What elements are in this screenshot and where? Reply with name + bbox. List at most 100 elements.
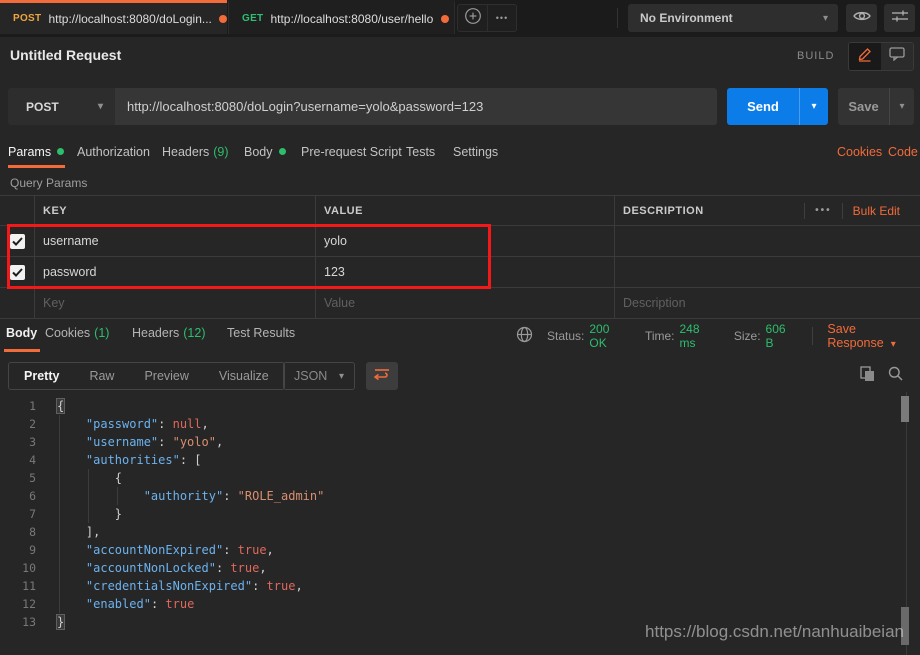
- tab-params[interactable]: Params: [8, 145, 64, 159]
- view-visualize[interactable]: Visualize: [204, 363, 284, 389]
- mode-toggle: [848, 42, 914, 71]
- search-button[interactable]: [888, 366, 903, 386]
- line-number: 6: [0, 487, 36, 505]
- line-number: 2: [0, 415, 36, 433]
- response-tab-test-results[interactable]: Test Results: [227, 326, 295, 340]
- page-title: Untitled Request: [10, 47, 121, 63]
- row-checkbox-cell: [0, 288, 35, 318]
- tab-pre-request-script[interactable]: Pre-request Script: [301, 145, 402, 159]
- tab-tests[interactable]: Tests: [406, 145, 435, 159]
- save-response-button[interactable]: Save Response▾: [827, 322, 920, 350]
- request-tab-dologin[interactable]: POST http://localhost:8080/doLogin...: [0, 0, 227, 34]
- code-line: 8 ],: [0, 523, 920, 541]
- param-description-placeholder[interactable]: Description: [615, 288, 920, 318]
- save-options-button[interactable]: ▾: [889, 88, 914, 125]
- chevron-down-icon: ▾: [98, 101, 103, 112]
- new-tab-button[interactable]: [458, 5, 487, 31]
- view-pretty[interactable]: Pretty: [9, 363, 74, 389]
- request-tab-hello[interactable]: GET http://localhost:8080/user/hello: [228, 0, 455, 34]
- chevron-down-icon: ▾: [811, 101, 816, 112]
- plus-icon: [464, 7, 482, 30]
- copy-button[interactable]: [860, 366, 875, 387]
- build-mode-label: BUILD: [797, 50, 834, 62]
- param-description-cell[interactable]: [615, 257, 920, 287]
- environment-quick-look-button[interactable]: [846, 4, 877, 32]
- code-line: 4 "authorities": [: [0, 451, 920, 469]
- view-preview[interactable]: Preview: [129, 363, 203, 389]
- chevron-down-icon: ▾: [891, 339, 896, 350]
- wrap-lines-button[interactable]: [366, 362, 398, 390]
- code-link[interactable]: Code: [888, 145, 918, 159]
- save-button[interactable]: Save: [838, 88, 889, 125]
- tab-label: Pre-request Script: [301, 145, 402, 159]
- view-raw[interactable]: Raw: [74, 363, 129, 389]
- word-wrap-icon: [374, 367, 390, 386]
- table-row: username yolo: [0, 226, 920, 257]
- cookies-link[interactable]: Cookies: [837, 145, 882, 159]
- param-key-placeholder[interactable]: Key: [35, 288, 316, 318]
- indent-guide: [59, 415, 60, 613]
- line-number: 8: [0, 523, 36, 541]
- format-label: JSON: [294, 369, 339, 383]
- bulk-edit-link[interactable]: Bulk Edit: [853, 204, 900, 218]
- chevron-down-icon: ▾: [823, 13, 828, 24]
- cookies-count-badge: (1): [94, 326, 109, 340]
- tab-method-label: GET: [242, 13, 263, 24]
- tab-label: Headers: [162, 145, 209, 159]
- more-options-icon[interactable]: •••: [815, 205, 832, 216]
- param-value-cell[interactable]: 123: [316, 257, 615, 287]
- header-checkbox-cell: [0, 196, 35, 225]
- environment-select[interactable]: No Environment ▾: [628, 4, 838, 32]
- url-value: http://localhost:8080/doLogin?username=y…: [127, 99, 483, 114]
- status-label: Status:: [547, 329, 584, 343]
- code-line: 12 "enabled": true: [0, 595, 920, 613]
- code-line: 6 "authority": "ROLE_admin": [0, 487, 920, 505]
- comments-button[interactable]: [881, 43, 913, 70]
- time-value: 248 ms: [680, 322, 716, 350]
- column-header-value: VALUE: [316, 196, 615, 225]
- send-options-button[interactable]: ▾: [799, 88, 828, 125]
- code-line: 10 "accountNonLocked": true,: [0, 559, 920, 577]
- environment-label: No Environment: [640, 11, 823, 25]
- row-checkbox[interactable]: [10, 234, 25, 249]
- tab-options-button[interactable]: •••: [487, 5, 516, 31]
- send-button[interactable]: Send: [727, 88, 799, 125]
- save-label: Save: [848, 99, 878, 114]
- row-checkbox-cell: [0, 226, 35, 256]
- param-description-cell[interactable]: [615, 226, 920, 256]
- method-select[interactable]: POST ▾: [8, 88, 115, 125]
- tab-headers[interactable]: Headers(9): [162, 145, 229, 159]
- param-key-cell[interactable]: username: [35, 226, 316, 256]
- column-header-key: KEY: [35, 196, 316, 225]
- code-line: 3 "username": "yolo",: [0, 433, 920, 451]
- url-input[interactable]: http://localhost:8080/doLogin?username=y…: [115, 88, 717, 125]
- check-icon: [12, 268, 23, 277]
- param-key-cell[interactable]: password: [35, 257, 316, 287]
- pencil-icon: [857, 46, 873, 67]
- tab-settings[interactable]: Settings: [453, 145, 498, 159]
- network-info-button[interactable]: [516, 326, 533, 346]
- query-params-label: Query Params: [10, 176, 87, 190]
- tab-title: http://localhost:8080/doLogin...: [48, 12, 211, 26]
- param-value-placeholder[interactable]: Value: [316, 288, 615, 318]
- response-code: 1{2 "password": null,3 "username": "yolo…: [0, 392, 920, 655]
- response-tab-cookies[interactable]: Cookies(1): [45, 326, 109, 340]
- response-tab-body[interactable]: Body: [6, 326, 37, 340]
- tab-label: Params: [8, 145, 51, 159]
- line-number: 11: [0, 577, 36, 595]
- line-number: 5: [0, 469, 36, 487]
- format-select[interactable]: JSON ▾: [283, 362, 355, 390]
- table-header-row: KEY VALUE DESCRIPTION ••• Bulk Edit: [0, 196, 920, 226]
- param-value-cell[interactable]: yolo: [316, 226, 615, 256]
- edit-mode-button[interactable]: [849, 43, 881, 70]
- scrollbar-thumb[interactable]: [901, 396, 909, 422]
- table-row-empty: Key Value Description: [0, 288, 920, 319]
- environment-settings-button[interactable]: [884, 4, 915, 32]
- tab-label: Tests: [406, 145, 435, 159]
- divider: [617, 8, 618, 28]
- row-checkbox[interactable]: [10, 265, 25, 280]
- code-line: 11 "credentialsNonExpired": true,: [0, 577, 920, 595]
- tab-authorization[interactable]: Authorization: [77, 145, 150, 159]
- tab-body[interactable]: Body: [244, 145, 286, 159]
- response-tab-headers[interactable]: Headers(12): [132, 326, 205, 340]
